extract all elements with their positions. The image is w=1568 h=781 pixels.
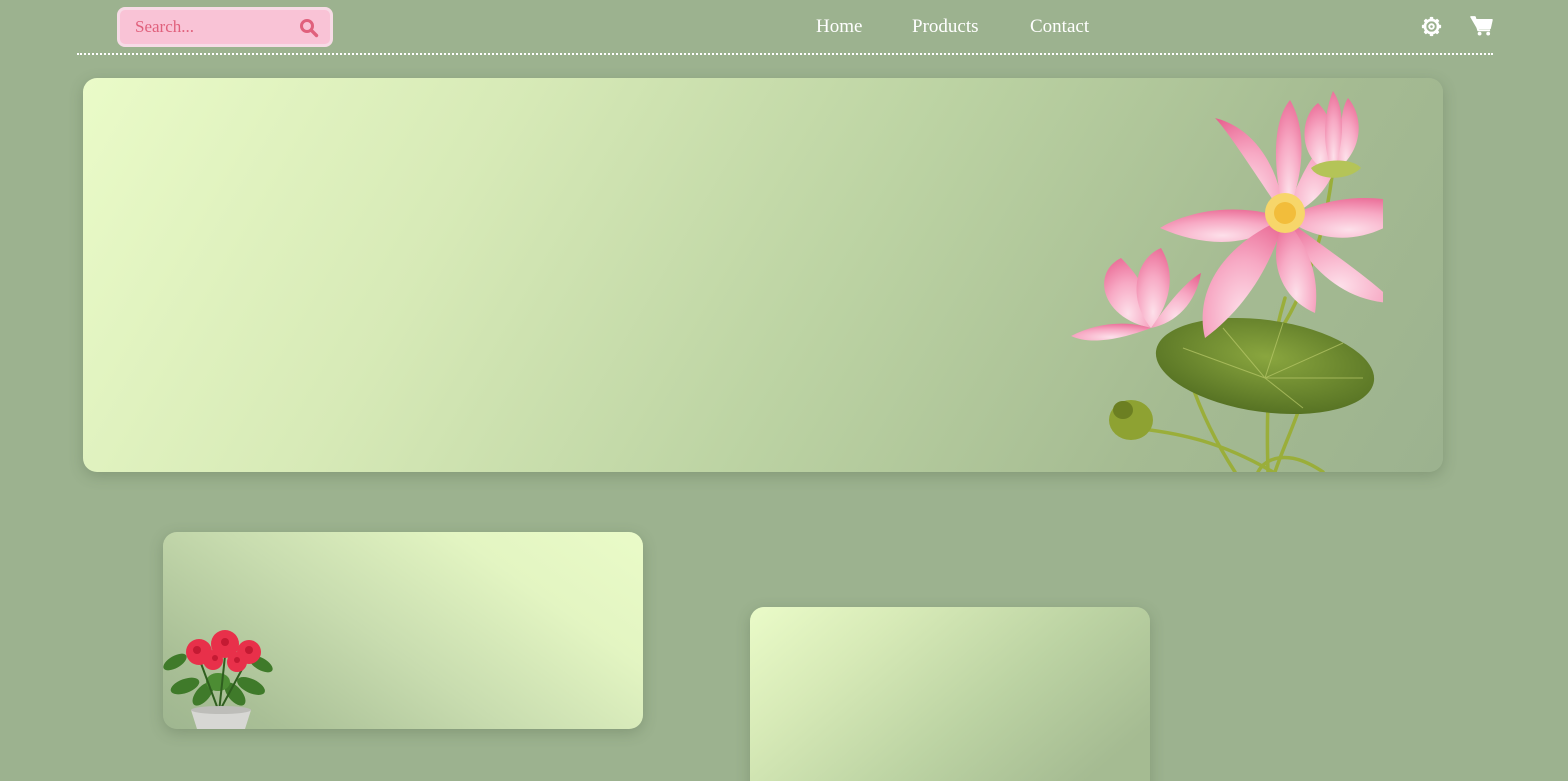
main-nav: Home Products Contact xyxy=(0,16,1568,40)
page: Home Products Contact xyxy=(0,0,1568,781)
lotus-illustration xyxy=(1071,91,1383,472)
nav-link-contact[interactable]: Contact xyxy=(1030,16,1089,38)
nav-link-products[interactable]: Products xyxy=(912,16,979,38)
header-divider xyxy=(77,53,1493,55)
gear-icon[interactable] xyxy=(1421,16,1442,37)
product-card[interactable] xyxy=(750,607,1150,781)
nav-link-home[interactable]: Home xyxy=(816,16,862,38)
product-card[interactable] xyxy=(163,532,643,729)
hero-banner xyxy=(83,78,1443,472)
potted-plant-image xyxy=(163,630,273,729)
cart-icon[interactable] xyxy=(1470,15,1493,36)
